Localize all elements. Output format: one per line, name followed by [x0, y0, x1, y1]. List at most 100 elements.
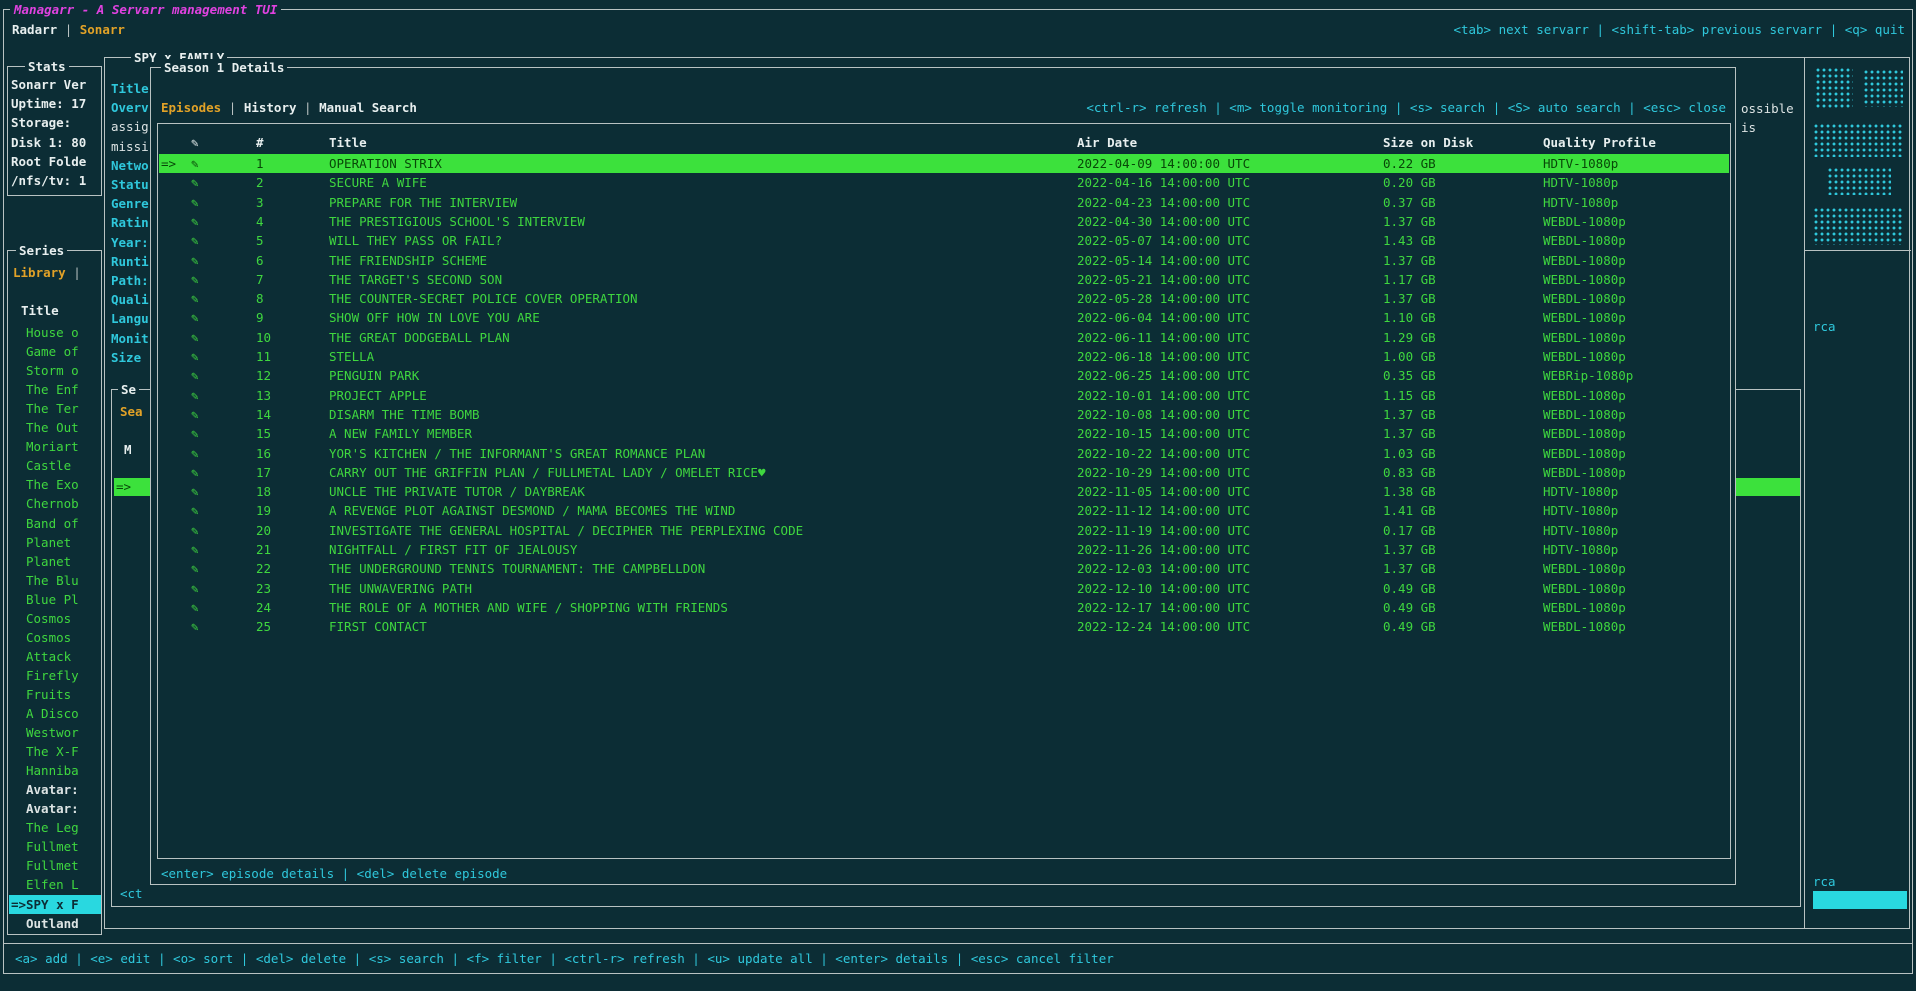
series-list-item[interactable]: Elfen L: [9, 875, 101, 894]
episode-row[interactable]: ✎5WILL THEY PASS OR FAIL?2022-05-07 14:0…: [159, 231, 1729, 250]
episode-row[interactable]: =>✎1OPERATION STRIX2022-04-09 14:00:00 U…: [159, 154, 1729, 173]
episode-air-date: 2022-04-23 14:00:00 UTC: [1077, 193, 1377, 212]
tab-episodes[interactable]: Episodes: [161, 100, 221, 115]
tab-radarr[interactable]: Radarr: [12, 22, 57, 37]
episode-row[interactable]: ✎17CARRY OUT THE GRIFFIN PLAN / FULLMETA…: [159, 463, 1729, 482]
episode-quality-profile: WEBDL-1080p: [1543, 251, 1725, 270]
series-list-item[interactable]: Castle: [9, 456, 101, 475]
series-list-item[interactable]: Moriart: [9, 437, 101, 456]
episode-air-date: 2022-05-21 14:00:00 UTC: [1077, 270, 1377, 289]
series-list-item[interactable]: Chernob: [9, 494, 101, 513]
series-list-item[interactable]: Planet: [9, 533, 101, 552]
series-title: House o: [26, 323, 79, 342]
series-list-item[interactable]: Firefly: [9, 666, 101, 685]
episode-title: OPERATION STRIX: [329, 154, 1069, 173]
tab-sonarr[interactable]: Sonarr: [80, 22, 125, 37]
servarr-tabs: Radarr | Sonarr: [12, 20, 125, 39]
episode-size-on-disk: 0.49 GB: [1383, 579, 1538, 598]
col-header-quality: Quality Profile: [1543, 133, 1725, 152]
episode-quality-profile: WEBDL-1080p: [1543, 212, 1725, 231]
episode-row[interactable]: ✎14DISARM THE TIME BOMB2022-10-08 14:00:…: [159, 405, 1729, 424]
series-list-item[interactable]: Cosmos: [9, 628, 101, 647]
pencil-icon: ✎: [191, 579, 251, 598]
episode-row[interactable]: ✎18UNCLE THE PRIVATE TUTOR / DAYBREAK202…: [159, 482, 1729, 501]
series-title: The X-F: [26, 742, 79, 761]
popup-tab-divider: |: [297, 100, 320, 115]
series-list-item[interactable]: Planet: [9, 552, 101, 571]
series-list-item[interactable]: =>SPY x F: [9, 895, 101, 914]
series-list-item[interactable]: Fullmet: [9, 856, 101, 875]
series-list-item[interactable]: Avatar:: [9, 780, 101, 799]
episode-row[interactable]: ✎19A REVENGE PLOT AGAINST DESMOND / MAMA…: [159, 501, 1729, 520]
episode-row[interactable]: ✎2SECURE A WIFE2022-04-16 14:00:00 UTC0.…: [159, 173, 1729, 192]
series-title: Fullmet: [26, 837, 79, 856]
pencil-icon: ✎: [191, 405, 251, 424]
series-list-item[interactable]: The X-F: [9, 742, 101, 761]
tab-history[interactable]: History: [244, 100, 297, 115]
tab-library[interactable]: Library: [13, 265, 66, 280]
series-list-item[interactable]: Blue Pl: [9, 590, 101, 609]
detail-field-label: Quali: [111, 290, 153, 309]
episode-row[interactable]: ✎9SHOW OFF HOW IN LOVE YOU ARE2022-06-04…: [159, 308, 1729, 327]
episode-size-on-disk: 1.43 GB: [1383, 231, 1538, 250]
series-list-item[interactable]: Fullmet: [9, 837, 101, 856]
episode-title: THE UNDERGROUND TENNIS TOURNAMENT: THE C…: [329, 559, 1069, 578]
series-title: Blue Pl: [26, 590, 79, 609]
pencil-icon: ✎: [191, 482, 251, 501]
series-list-item[interactable]: Storm o: [9, 361, 101, 380]
episode-row[interactable]: ✎10THE GREAT DODGEBALL PLAN2022-06-11 14…: [159, 328, 1729, 347]
series-list-item[interactable]: The Out: [9, 418, 101, 437]
episode-row[interactable]: ✎8THE COUNTER-SECRET POLICE COVER OPERAT…: [159, 289, 1729, 308]
series-list-item[interactable]: Outland: [9, 914, 101, 933]
episode-row[interactable]: ✎21NIGHTFALL / FIRST FIT OF JEALOUSY2022…: [159, 540, 1729, 559]
series-list-item[interactable]: Westwor: [9, 723, 101, 742]
series-title: Avatar:: [26, 780, 79, 799]
tab-seasons[interactable]: Sea: [120, 402, 143, 421]
series-list-item[interactable]: House o: [9, 323, 101, 342]
episode-row[interactable]: ✎20INVESTIGATE THE GENERAL HOSPITAL / DE…: [159, 521, 1729, 540]
series-list-item[interactable]: Band of: [9, 514, 101, 533]
stat-uptime: Uptime: 17: [11, 94, 99, 113]
series-panel-title: Series: [16, 242, 67, 259]
detail-field-label: Runti: [111, 252, 153, 271]
episode-title: CARRY OUT THE GRIFFIN PLAN / FULLMETAL L…: [329, 463, 1069, 482]
series-list-item[interactable]: Attack: [9, 647, 101, 666]
episode-row[interactable]: ✎24THE ROLE OF A MOTHER AND WIFE / SHOPP…: [159, 598, 1729, 617]
episode-row[interactable]: ✎6THE FRIENDSHIP SCHEME2022-05-14 14:00:…: [159, 251, 1729, 270]
episode-row[interactable]: ✎12PENGUIN PARK2022-06-25 14:00:00 UTC0.…: [159, 366, 1729, 385]
episode-row[interactable]: ✎3PREPARE FOR THE INTERVIEW2022-04-23 14…: [159, 193, 1729, 212]
episode-title: WILL THEY PASS OR FAIL?: [329, 231, 1069, 250]
popup-title: Season 1 Details: [161, 59, 287, 76]
series-list-item[interactable]: The Exo: [9, 475, 101, 494]
tab-manual-search[interactable]: Manual Search: [319, 100, 417, 115]
episode-number: 17: [256, 463, 326, 482]
episode-row[interactable]: ✎22THE UNDERGROUND TENNIS TOURNAMENT: TH…: [159, 559, 1729, 578]
pencil-icon: ✎: [191, 193, 251, 212]
episode-air-date: 2022-10-01 14:00:00 UTC: [1077, 386, 1377, 405]
episode-number: 9: [256, 308, 326, 327]
series-list-item[interactable]: The Ter: [9, 399, 101, 418]
series-list-item[interactable]: The Enf: [9, 380, 101, 399]
episode-row[interactable]: ✎13PROJECT APPLE2022-10-01 14:00:00 UTC1…: [159, 386, 1729, 405]
series-list-item[interactable]: Fruits: [9, 685, 101, 704]
episode-size-on-disk: 1.38 GB: [1383, 482, 1538, 501]
series-list-item[interactable]: Cosmos: [9, 609, 101, 628]
episode-row[interactable]: ✎25FIRST CONTACT2022-12-24 14:00:00 UTC0…: [159, 617, 1729, 636]
series-list-item[interactable]: Game of: [9, 342, 101, 361]
series-list-item[interactable]: The Leg: [9, 818, 101, 837]
episode-row[interactable]: ✎15A NEW FAMILY MEMBER2022-10-15 14:00:0…: [159, 424, 1729, 443]
episode-row[interactable]: ✎4THE PRESTIGIOUS SCHOOL'S INTERVIEW2022…: [159, 212, 1729, 231]
series-list-item[interactable]: Hanniba: [9, 761, 101, 780]
library-tab-divider: |: [66, 265, 81, 280]
series-list-item[interactable]: A Disco: [9, 704, 101, 723]
popup-keybindings: <ctrl-r> refresh | <m> toggle monitoring…: [1086, 98, 1726, 117]
series-list-item[interactable]: The Blu: [9, 571, 101, 590]
pencil-icon: ✎: [191, 212, 251, 231]
top-keybindings: <tab> next servarr | <shift-tab> previou…: [1453, 20, 1905, 39]
episode-row[interactable]: ✎7THE TARGET'S SECOND SON2022-05-21 14:0…: [159, 270, 1729, 289]
episode-row[interactable]: ✎11STELLA2022-06-18 14:00:00 UTC1.00 GBW…: [159, 347, 1729, 366]
episode-row[interactable]: ✎23THE UNWAVERING PATH2022-12-10 14:00:0…: [159, 579, 1729, 598]
episode-air-date: 2022-04-09 14:00:00 UTC: [1077, 154, 1377, 173]
episode-row[interactable]: ✎16YOR'S KITCHEN / THE INFORMANT'S GREAT…: [159, 444, 1729, 463]
series-list-item[interactable]: Avatar:: [9, 799, 101, 818]
